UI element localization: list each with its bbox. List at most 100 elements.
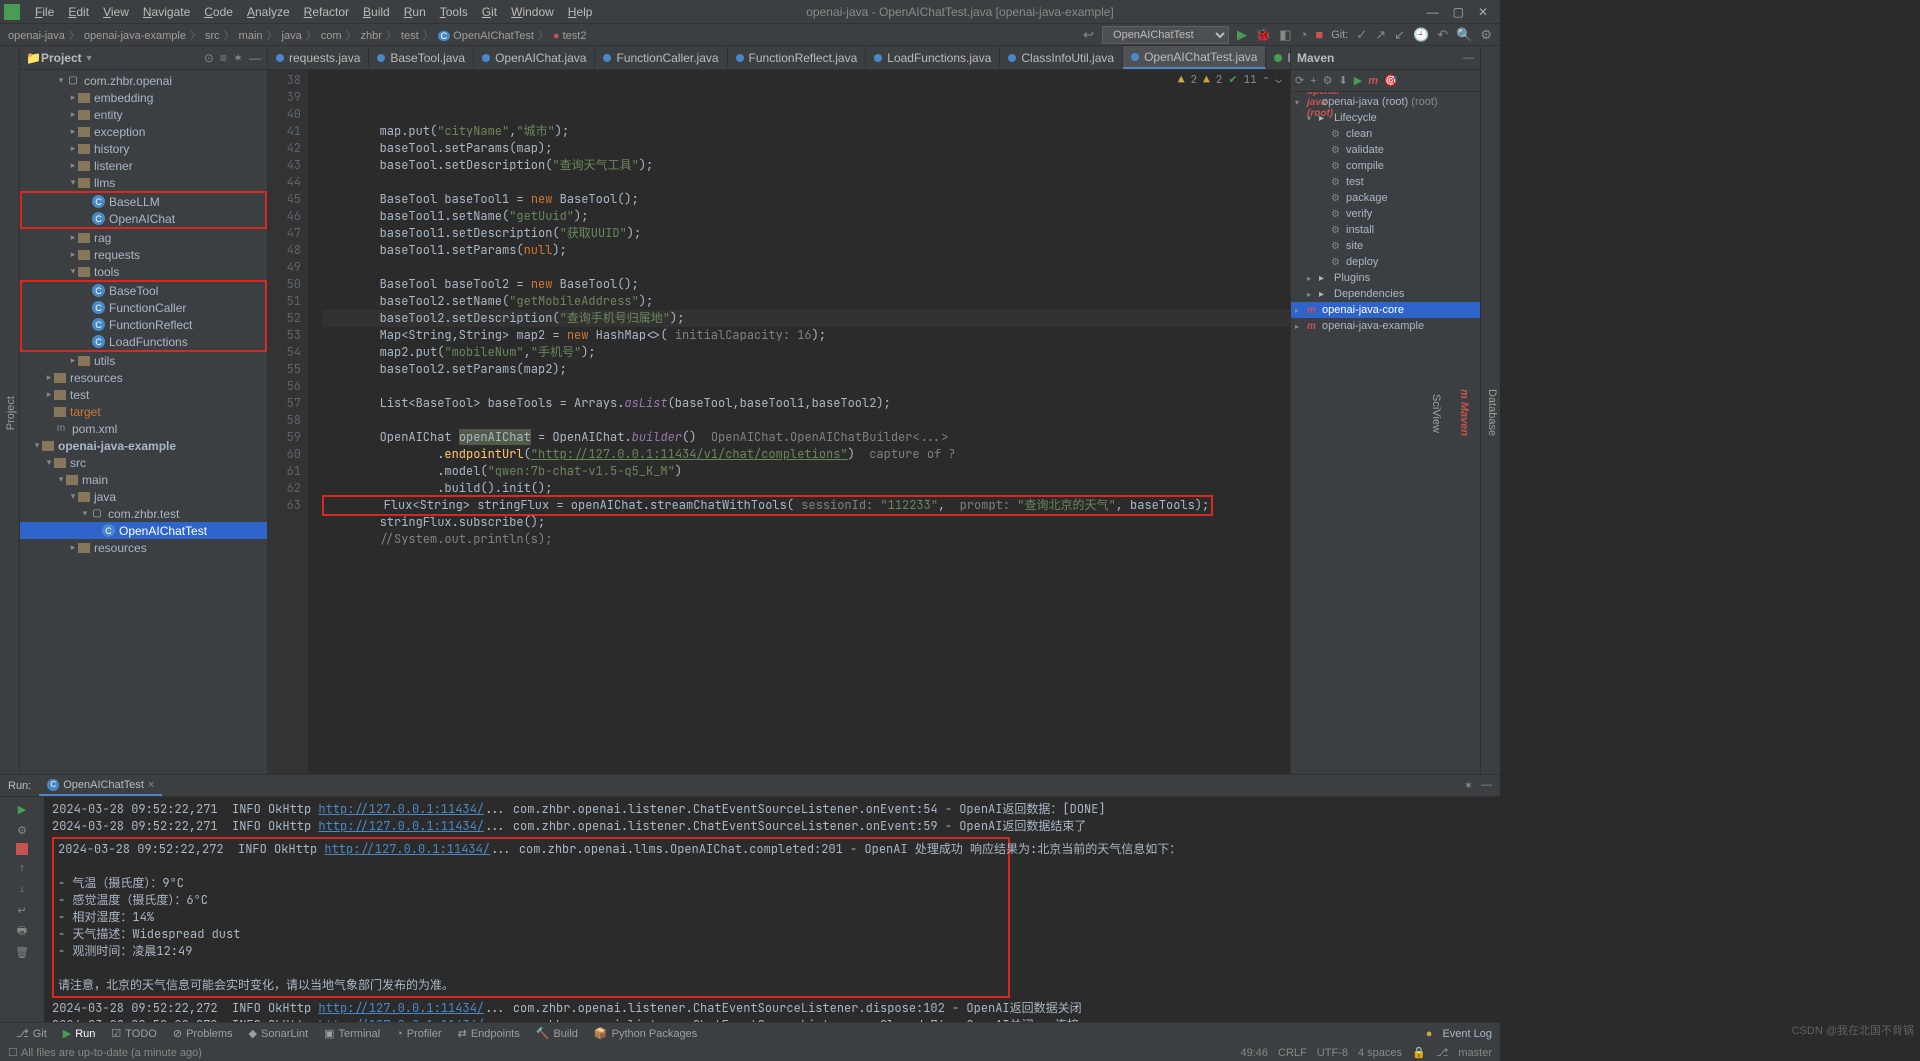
maven-tree[interactable]: ▾openai-java (root)openai-java (root) (r…	[1291, 92, 1480, 774]
inspection-widget[interactable]: ▲2 ▲2 ✔11 ⌃⌄	[1178, 72, 1282, 89]
menu-code[interactable]: Code	[197, 5, 240, 19]
menu-navigate[interactable]: Navigate	[136, 5, 197, 19]
crumb[interactable]: zhbr	[360, 30, 381, 42]
tree-item[interactable]: COpenAIChat	[22, 210, 265, 227]
code-editor[interactable]: ▲2 ▲2 ✔11 ⌃⌄ map.put("cityName","城市"); b…	[308, 70, 1290, 774]
menu-window[interactable]: Window	[504, 5, 561, 19]
project-tool-tab[interactable]: Project	[3, 392, 19, 434]
tree-item[interactable]: ▾llms	[20, 174, 267, 191]
maven-item[interactable]: ⚙verify	[1291, 206, 1480, 222]
down-icon[interactable]: ↓	[14, 881, 30, 897]
menu-analyze[interactable]: Analyze	[240, 5, 297, 19]
tree-item[interactable]: ▾openai-java-example	[20, 437, 267, 454]
maven-item[interactable]: ▸▸Plugins	[1291, 270, 1480, 286]
sciview-tool-tab[interactable]: SciView	[1428, 390, 1444, 437]
run-settings-icon[interactable]: ⚙	[14, 822, 30, 838]
tree-item[interactable]: ▾main	[20, 471, 267, 488]
maven-item[interactable]: ⚙deploy	[1291, 254, 1480, 270]
statusbar-run[interactable]: ▶Run	[55, 1027, 104, 1040]
run-tab[interactable]: C OpenAIChatTest ×	[39, 775, 162, 796]
maximize-icon[interactable]: ▢	[1453, 5, 1464, 19]
expand-all-icon[interactable]: ≡	[220, 51, 227, 65]
git-history-icon[interactable]: 🕘	[1413, 27, 1429, 43]
editor-tab[interactable]: OpenAIChat.java	[474, 46, 595, 69]
line-ending[interactable]: CRLF	[1278, 1047, 1307, 1059]
crumb[interactable]: openai-java	[8, 30, 65, 42]
select-opened-icon[interactable]: ⊙	[204, 51, 214, 65]
minimize-icon[interactable]: —	[1427, 5, 1439, 19]
project-tree[interactable]: ▾▢com.zhbr.openai▸embedding▸entity▸excep…	[20, 70, 267, 774]
statusbar-python-packages[interactable]: 📦Python Packages	[586, 1027, 705, 1040]
maven-item[interactable]: ▸mopenai-java-core	[1291, 302, 1480, 318]
menu-view[interactable]: View	[96, 5, 136, 19]
collapse-icon[interactable]: ✶	[233, 51, 243, 65]
menu-git[interactable]: Git	[475, 5, 504, 19]
stop-icon[interactable]: ■	[1315, 27, 1323, 42]
maven-item[interactable]: ▸mopenai-java-example	[1291, 318, 1480, 334]
download-icon[interactable]: ⬇	[1339, 74, 1348, 87]
statusbar-terminal[interactable]: ▣Terminal	[316, 1027, 388, 1040]
hide-icon[interactable]: —	[249, 51, 261, 65]
tree-item[interactable]: ▸utils	[20, 352, 267, 369]
crumb[interactable]: src	[205, 30, 220, 42]
caret-position[interactable]: 49:46	[1241, 1047, 1269, 1059]
tree-item[interactable]: CFunctionReflect	[22, 316, 265, 333]
maven-item[interactable]: ▸▸Dependencies	[1291, 286, 1480, 302]
git-push-icon[interactable]: ↗	[1375, 27, 1386, 43]
tree-item[interactable]: ▾tools	[20, 263, 267, 280]
encoding[interactable]: UTF-8	[1317, 1047, 1348, 1059]
tree-item[interactable]: ▸resources	[20, 539, 267, 556]
search-icon[interactable]: 🔍	[1456, 27, 1472, 43]
crumb[interactable]: openai-java-example	[84, 30, 186, 42]
maven-tool-tab[interactable]: m Maven	[1456, 385, 1472, 440]
tree-item[interactable]: CFunctionCaller	[22, 299, 265, 316]
back-icon[interactable]: ↩	[1083, 27, 1094, 43]
statusbar-git[interactable]: ⎇Git	[8, 1027, 55, 1040]
close-tab-icon[interactable]: ×	[148, 779, 154, 791]
profile-icon[interactable]: ◔	[1300, 27, 1308, 42]
menu-help[interactable]: Help	[561, 5, 600, 19]
event-log-icon[interactable]: ●	[1426, 1028, 1433, 1040]
editor-tab[interactable]: FunctionReflect.java	[728, 46, 867, 69]
maven-item[interactable]: ▾openai-java (root)openai-java (root) (r…	[1291, 94, 1480, 110]
tree-item[interactable]: ▸resources	[20, 369, 267, 386]
settings-icon[interactable]: ⚙	[1480, 27, 1492, 43]
editor-tab[interactable]: README.md	[1266, 46, 1290, 69]
maven-item[interactable]: ▾▸Lifecycle	[1291, 110, 1480, 126]
menu-tools[interactable]: Tools	[433, 5, 475, 19]
statusbar-build[interactable]: 🔨Build	[528, 1027, 586, 1040]
delete-icon[interactable]: 🗑	[14, 944, 30, 960]
menu-refactor[interactable]: Refactor	[297, 5, 356, 19]
git-branch[interactable]: master	[1458, 1047, 1492, 1059]
coverage-icon[interactable]: ◧	[1279, 27, 1291, 43]
git-update-icon[interactable]: ✓	[1356, 27, 1367, 43]
tree-item[interactable]: CBaseTool	[22, 282, 265, 299]
maven-item[interactable]: ⚙clean	[1291, 126, 1480, 142]
tree-item[interactable]: ▸exception	[20, 123, 267, 140]
up-icon[interactable]: ↑	[14, 860, 30, 876]
stop-icon[interactable]	[16, 843, 28, 855]
menu-build[interactable]: Build	[356, 5, 397, 19]
console-output[interactable]: 2024-03-28 09:52:22,271 INFO OkHttp http…	[44, 797, 1500, 1022]
tree-item[interactable]: COpenAIChatTest	[20, 522, 267, 539]
editor-tab[interactable]: FunctionCaller.java	[595, 46, 727, 69]
tree-item[interactable]: ▸rag	[20, 229, 267, 246]
tree-item[interactable]: ▾▢com.zhbr.openai	[20, 72, 267, 89]
reload-icon[interactable]: ⟳	[1295, 74, 1304, 87]
statusbar-todo[interactable]: ☑TODO	[103, 1027, 164, 1040]
tree-item[interactable]: ▸history	[20, 140, 267, 157]
statusbar-endpoints[interactable]: ⇄Endpoints	[450, 1027, 528, 1040]
settings-icon[interactable]: ✶	[1464, 779, 1473, 792]
tree-item[interactable]: ▸requests	[20, 246, 267, 263]
tree-item[interactable]: target	[20, 403, 267, 420]
close-icon[interactable]: ✕	[1478, 5, 1488, 19]
run-config-selector[interactable]: OpenAIChatTest	[1102, 26, 1229, 44]
git-revert-icon[interactable]: ↶	[1437, 27, 1448, 43]
print-icon[interactable]: 🖶	[14, 923, 30, 939]
git-pull-icon[interactable]: ↙	[1394, 27, 1405, 43]
statusbar-profiler[interactable]: ◔Profiler	[388, 1027, 450, 1040]
tree-item[interactable]: ▸entity	[20, 106, 267, 123]
rerun-icon[interactable]: ▶	[14, 801, 30, 817]
tree-item[interactable]: mpom.xml	[20, 420, 267, 437]
tree-item[interactable]: ▾src	[20, 454, 267, 471]
